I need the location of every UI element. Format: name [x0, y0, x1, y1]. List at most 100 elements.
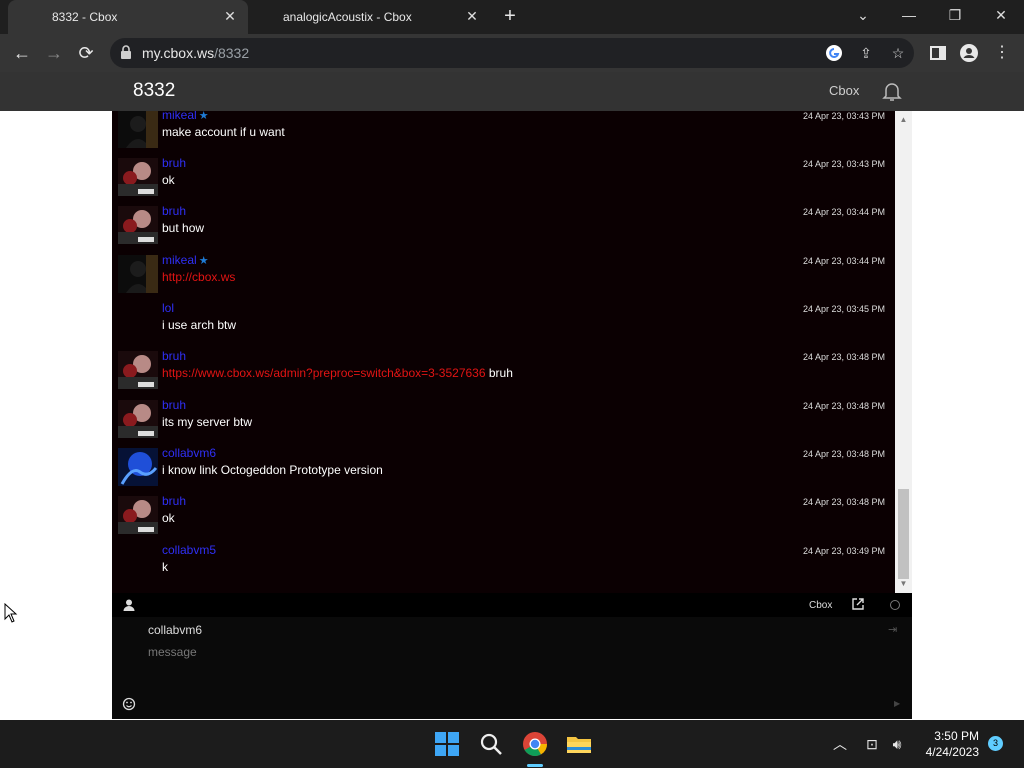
tray-overflow-chevron-icon[interactable]: ︿ [830, 734, 850, 754]
address-bar[interactable]: my.cbox.ws/8332 ⇪ ☆ [110, 38, 914, 68]
message-link[interactable]: http://cbox.ws [162, 270, 235, 284]
tab-search-dropdown-icon[interactable]: ⌄ [849, 4, 877, 26]
tab-title: 8332 - Cbox [52, 10, 118, 24]
verified-star-icon: ★ [198, 111, 209, 122]
connection-status-icon [890, 600, 900, 610]
message-timestamp: 24 Apr 23, 03:43 PM [802, 159, 885, 169]
message-username[interactable]: bruh [162, 398, 186, 412]
taskbar-clock[interactable]: 3:50 PM 4/24/2023 [915, 728, 979, 760]
bell-icon[interactable] [880, 79, 904, 103]
minimize-button[interactable]: — [895, 4, 923, 26]
external-link-icon[interactable] [851, 597, 865, 611]
search-icon[interactable] [477, 730, 505, 758]
new-tab-button[interactable]: + [500, 6, 520, 28]
url-text: my.cbox.ws/8332 [142, 45, 249, 61]
message-text: make account if u want [162, 125, 285, 139]
avatar[interactable] [118, 448, 158, 486]
avatar[interactable] [118, 351, 158, 389]
message-link[interactable]: https://www.cbox.ws/admin?preproc=switch… [162, 366, 486, 380]
clock-date: 4/24/2023 [925, 745, 979, 759]
avatar[interactable] [118, 158, 158, 196]
chat-message: bruh its my server btw 24 Apr 23, 03:48 … [112, 395, 895, 443]
user-icon[interactable] [122, 598, 136, 612]
message-username[interactable]: collabvm5 [162, 543, 216, 557]
site-header: 8332 Cbox [0, 72, 1024, 111]
tab-title: analogicAcoustix - Cbox [283, 10, 412, 24]
network-icon[interactable]: ⊡ [862, 734, 882, 754]
message-username[interactable]: bruh [162, 204, 186, 218]
url-host: my.cbox.ws [142, 45, 215, 61]
close-window-button[interactable]: ✕ [987, 4, 1015, 26]
tab-8332-cbox[interactable]: 8332 - Cbox ✕ [8, 0, 248, 34]
chat-message: mikeal ★ make account if u want 24 Apr 23… [112, 111, 895, 153]
message-text: but how [162, 221, 205, 235]
message-field[interactable]: message [148, 645, 197, 659]
avatar[interactable] [118, 255, 158, 293]
clock-time: 3:50 PM [934, 729, 979, 743]
verified-star-icon: ★ [198, 255, 209, 267]
share-icon[interactable]: ⇪ [856, 43, 876, 63]
forward-button[interactable]: → [42, 41, 66, 65]
message-username[interactable]: bruh [162, 349, 186, 363]
message-username[interactable]: lol [162, 301, 174, 315]
windows-taskbar: ︿ ⊡ 🔊︎ 3:50 PM 4/24/2023 3 [0, 720, 1024, 768]
profile-icon[interactable] [959, 43, 979, 63]
scroll-down-arrow-icon[interactable]: ▼ [898, 579, 909, 589]
tab-close-icon[interactable]: ✕ [464, 8, 480, 24]
cbox-brand-link[interactable]: Cbox [809, 600, 832, 611]
url-path: /8332 [214, 45, 250, 61]
chat-message: lol i use arch btw 24 Apr 23, 03:45 PM [112, 298, 895, 346]
message-text: http://cbox.ws [162, 270, 235, 284]
browser-menu-icon[interactable]: ⋮ [992, 43, 1012, 63]
volume-icon[interactable]: 🔊︎ [887, 734, 907, 754]
reload-button[interactable]: ⟳ [74, 41, 98, 65]
chat-message: bruh ok 24 Apr 23, 03:43 PM [112, 153, 895, 201]
mouse-cursor-icon [4, 603, 18, 623]
message-username[interactable]: bruh [162, 156, 186, 170]
smiley-icon[interactable] [122, 697, 136, 711]
message-timestamp: 24 Apr 23, 03:43 PM [802, 111, 885, 121]
back-button[interactable]: ← [10, 41, 34, 65]
message-text: ok [162, 511, 175, 525]
message-text: its my server btw [162, 415, 253, 429]
message-username[interactable]: bruh [162, 494, 186, 508]
restore-button[interactable]: ❐ [941, 4, 969, 26]
browser-toolbar: ← → ⟳ my.cbox.ws/8332 ⇪ ☆ ⋮ [0, 34, 1024, 72]
message-timestamp: 24 Apr 23, 03:45 PM [802, 304, 885, 314]
avatar[interactable] [118, 111, 158, 148]
scroll-up-arrow-icon[interactable]: ▲ [898, 115, 909, 125]
message-timestamp: 24 Apr 23, 03:48 PM [802, 449, 885, 459]
message-text: k [162, 560, 168, 574]
logout-icon[interactable]: ⇥ [888, 623, 902, 637]
file-explorer-icon[interactable] [565, 730, 593, 758]
avatar[interactable] [118, 496, 158, 534]
message-text: i use arch btw [162, 318, 237, 332]
lock-icon [121, 45, 131, 59]
message-timestamp: 24 Apr 23, 03:48 PM [802, 401, 885, 411]
message-username[interactable]: mikeal ★ [162, 253, 209, 267]
send-arrow-icon[interactable]: ▶ [894, 699, 902, 709]
chrome-icon[interactable] [521, 730, 549, 758]
bookmark-star-icon[interactable]: ☆ [888, 43, 908, 63]
chat-message-list: mikeal ★ make account if u want 24 Apr 23… [112, 111, 912, 593]
message-username[interactable]: mikeal ★ [162, 111, 209, 122]
chat-message: collabvm5 k 24 Apr 23, 03:49 PM [112, 540, 895, 588]
chat-message: bruh https://www.cbox.ws/admin?preproc=s… [112, 346, 895, 394]
windows-start-icon[interactable] [433, 730, 461, 758]
tab-close-icon[interactable]: ✕ [222, 8, 238, 24]
side-panel-icon[interactable] [928, 43, 948, 63]
avatar[interactable] [118, 400, 158, 438]
tab-analogicacoustix-cbox[interactable]: analogicAcoustix - Cbox ✕ [250, 0, 490, 34]
message-username[interactable]: collabvm6 [162, 446, 216, 460]
message-timestamp: 24 Apr 23, 03:49 PM [802, 546, 885, 556]
google-lens-icon[interactable] [824, 43, 844, 63]
cbox-brand-link[interactable]: Cbox [829, 83, 859, 98]
notification-badge[interactable]: 3 [988, 736, 1003, 751]
chat-status-bar: Cbox [112, 593, 912, 617]
active-app-indicator [527, 764, 543, 767]
message-timestamp: 24 Apr 23, 03:48 PM [802, 352, 885, 362]
chat-scrollbar[interactable]: ▲ ▼ [895, 111, 912, 593]
scrollbar-thumb[interactable] [898, 489, 909, 579]
avatar[interactable] [118, 206, 158, 244]
name-field[interactable]: collabvm6 [148, 623, 202, 637]
